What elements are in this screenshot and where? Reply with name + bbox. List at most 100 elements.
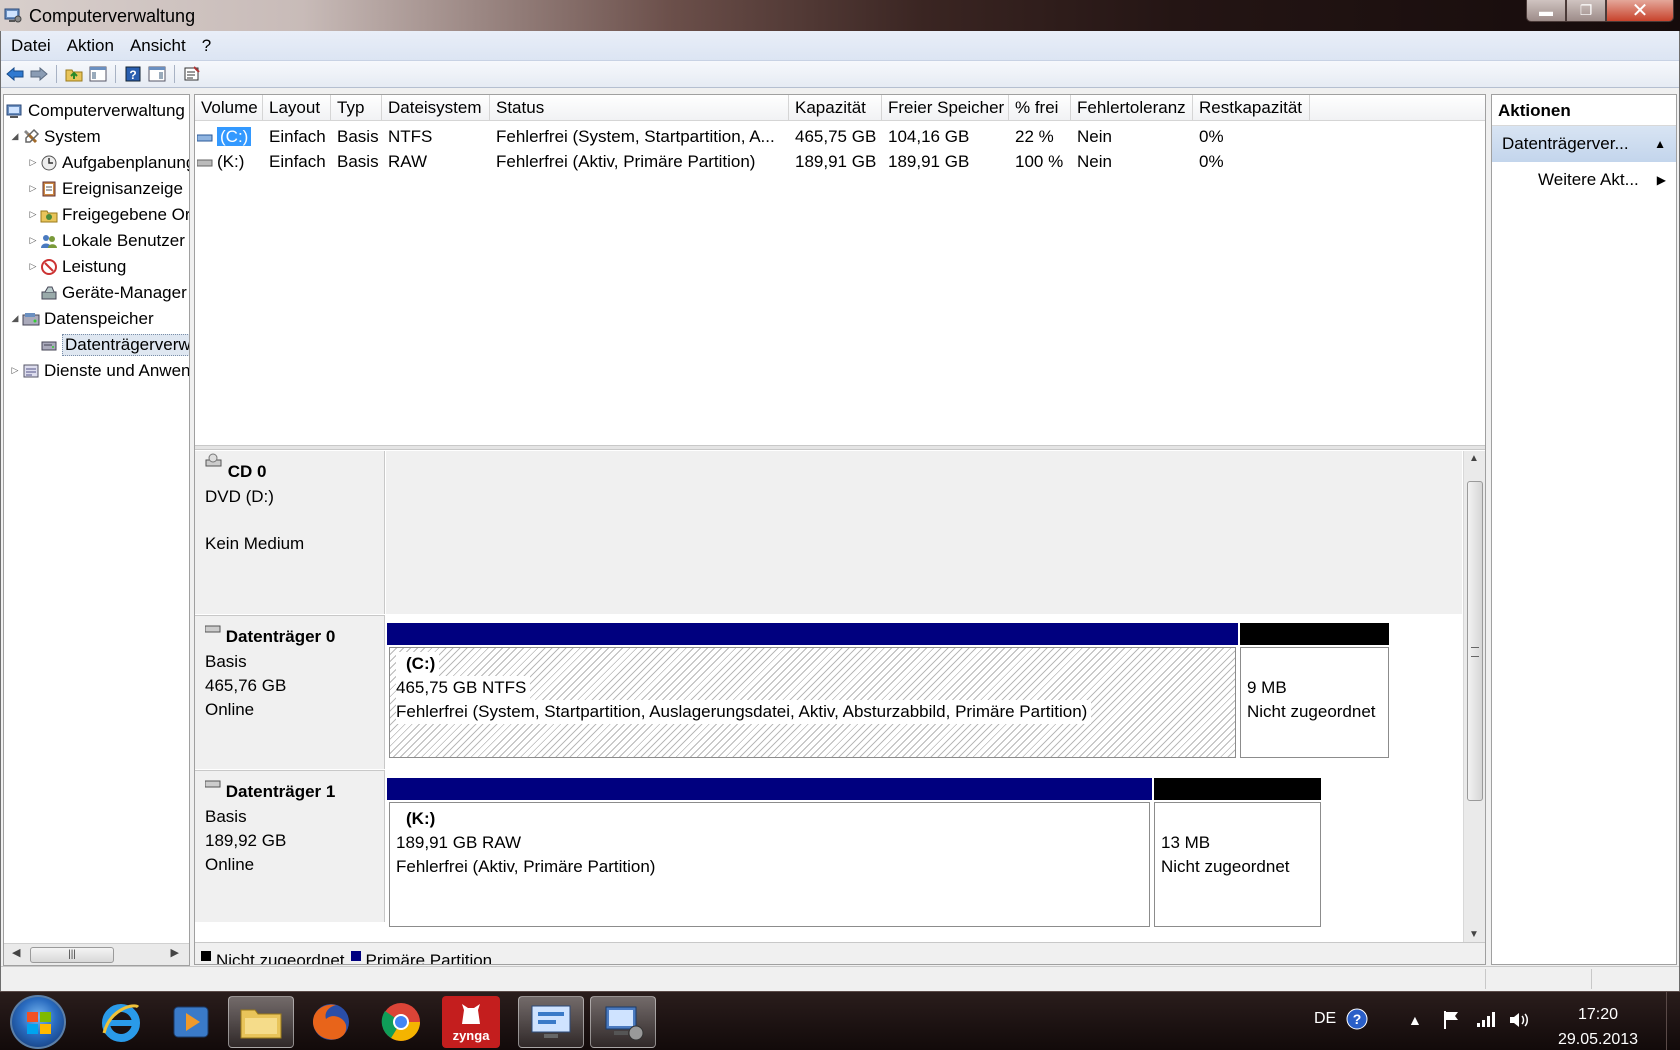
expand-arrow[interactable]: ▷ [26, 209, 40, 220]
tree-item-datenspeicher[interactable]: ◢ Datenspeicher [8, 306, 154, 331]
collapse-up-icon[interactable]: ▲ [1654, 126, 1666, 162]
menu-aktion[interactable]: Aktion [59, 36, 122, 56]
cell-layout: Einfach [269, 152, 326, 171]
tree-horizontal-scrollbar[interactable]: ◀ ||| ▶ [4, 943, 189, 965]
tree-item-datentraegerverwaltung[interactable]: Datenträgerverwaltung [40, 332, 189, 357]
control-panel-icon[interactable] [518, 996, 584, 1048]
forward-icon[interactable] [29, 64, 49, 84]
unallocated-space-disk1[interactable]: 13 MB Nicht zugeordnet [1154, 802, 1321, 927]
legend: Nicht zugeordnet Primäre Partition [195, 942, 1485, 964]
tree-item-freigegebene-ordner[interactable]: ▷ Freigegebene Ordner [26, 202, 189, 227]
column-typ[interactable]: Typ [331, 95, 382, 121]
scroll-down-arrow[interactable]: ▼ [1469, 929, 1479, 940]
help-icon[interactable]: ? [1346, 1008, 1368, 1035]
users-icon [40, 232, 58, 250]
cell-freier-speicher: 104,16 GB [888, 127, 970, 146]
scroll-right-arrow[interactable]: ▶ [171, 946, 179, 959]
unallocated-size: 13 MB [1161, 833, 1211, 852]
actions-group-datentraegerverwaltung[interactable]: Datenträgerver... ▲ [1492, 126, 1676, 162]
back-icon[interactable] [5, 64, 25, 84]
tree-item-ereignisanzeige[interactable]: ▷ Ereignisanzeige [26, 176, 183, 201]
zynga-icon[interactable]: zynga [442, 996, 500, 1048]
expand-arrow[interactable]: ▷ [26, 157, 40, 168]
expand-arrow[interactable]: ▷ [26, 261, 40, 272]
cd-drive-icon [205, 453, 222, 467]
menu-help[interactable]: ? [194, 36, 219, 56]
unallocated-bar [1154, 778, 1321, 800]
cell-kapazitaet: 189,91 GB [795, 152, 877, 171]
tree-item-leistung[interactable]: ▷ Leistung [26, 254, 127, 279]
column-prozent-frei[interactable]: % frei [1009, 95, 1071, 121]
disk-label-cd0[interactable]: CD 0 DVD (D:) Kein Medium [195, 451, 385, 614]
menu-ansicht[interactable]: Ansicht [122, 36, 194, 56]
language-indicator[interactable]: DE [1314, 1010, 1336, 1028]
clock[interactable]: 17:20 29.05.2013 [1548, 1002, 1648, 1050]
disk-label-disk1[interactable]: Datenträger 1 Basis 189,92 GB Online [195, 770, 385, 922]
column-dateisystem[interactable]: Dateisystem [382, 95, 490, 121]
cell-volume: (K:) [195, 149, 263, 174]
menu-datei[interactable]: Datei [3, 36, 59, 56]
partition-c[interactable]: (C:) 465,75 GB NTFS Fehlerfrei (System, … [389, 647, 1236, 758]
disk-label-disk0[interactable]: Datenträger 0 Basis 465,76 GB Online [195, 615, 385, 769]
chrome-icon[interactable] [368, 996, 434, 1048]
tree-item-geraete-manager[interactable]: Geräte-Manager [40, 280, 187, 305]
expand-arrow[interactable]: ◢ [8, 131, 22, 142]
partition-k[interactable]: (K:) 189,91 GB RAW Fehlerfrei (Aktiv, Pr… [389, 802, 1150, 927]
minimize-button[interactable]: ▬ [1526, 0, 1566, 22]
maximize-button[interactable]: ❐ [1566, 0, 1606, 22]
tree-item-computerverwaltung[interactable]: Computerverwaltung [6, 98, 185, 123]
media-player-icon[interactable] [158, 996, 224, 1048]
close-button[interactable]: ✕ [1606, 0, 1674, 22]
more-actions-item[interactable]: Weitere Akt... ▶ [1492, 162, 1676, 198]
table-row[interactable]: (K:) Einfach Basis RAW Fehlerfrei (Aktiv… [195, 149, 1310, 174]
svg-text:?: ? [129, 68, 136, 82]
scroll-thumb[interactable]: ||| [30, 947, 114, 963]
scroll-up-arrow[interactable]: ▲ [1469, 453, 1479, 464]
column-status[interactable]: Status [490, 95, 789, 121]
network-signal-icon[interactable] [1476, 1010, 1496, 1033]
disk-view-vertical-scrollbar[interactable]: ▲ ▼ [1463, 451, 1485, 944]
tree-item-lokale-benutzer[interactable]: ▷ Lokale Benutzer [26, 228, 185, 253]
volume-icon [197, 134, 213, 142]
navigation-tree: Computerverwaltung ◢ System ▷ Aufgabenpl… [3, 94, 190, 966]
disk-name: Datenträger 0 [204, 624, 384, 650]
computer-management-icon[interactable] [590, 996, 656, 1048]
tree-item-aufgabenplanung[interactable]: ▷ Aufgabenplanung [26, 150, 189, 175]
tree-item-system[interactable]: ◢ System [8, 124, 101, 149]
table-row[interactable]: (C:) Einfach Basis NTFS Fehlerfrei (Syst… [195, 124, 1310, 149]
tools-icon [22, 128, 40, 146]
action-center-flag-icon[interactable] [1442, 1010, 1462, 1035]
services-icon [22, 362, 40, 380]
hard-disk-icon [204, 780, 221, 788]
show-hidden-icons-icon[interactable]: ▲ [1408, 1012, 1422, 1028]
legend-swatch-primary [350, 951, 361, 961]
menu-bar: Datei Aktion Ansicht ? [1, 31, 1679, 61]
firefox-icon[interactable] [298, 996, 364, 1048]
pane-splitter[interactable] [195, 445, 1485, 450]
actions-header: Aktionen [1492, 95, 1676, 126]
column-kapazitaet[interactable]: Kapazität [789, 95, 882, 121]
properties-icon[interactable] [182, 64, 202, 84]
show-hide-tree-icon[interactable] [88, 64, 108, 84]
column-volume[interactable]: Volume [195, 95, 263, 121]
column-layout[interactable]: Layout [263, 95, 331, 121]
expand-arrow[interactable]: ◢ [8, 313, 22, 324]
expand-arrow[interactable]: ▷ [8, 365, 22, 376]
unallocated-space-disk0[interactable]: 9 MB Nicht zugeordnet [1240, 647, 1389, 758]
expand-arrow[interactable]: ▷ [26, 235, 40, 246]
show-desktop-button[interactable] [1666, 992, 1680, 1050]
help-icon[interactable]: ? [123, 64, 143, 84]
expand-arrow[interactable]: ▷ [26, 183, 40, 194]
volume-speaker-icon[interactable] [1508, 1010, 1530, 1035]
column-fehlertoleranz[interactable]: Fehlertoleranz [1071, 95, 1193, 121]
up-folder-icon[interactable] [64, 64, 84, 84]
column-restkapazitaet[interactable]: Restkapazität [1193, 95, 1310, 121]
explorer-icon[interactable] [228, 996, 294, 1048]
start-button[interactable] [10, 995, 66, 1049]
action-pane-icon[interactable] [147, 64, 167, 84]
tree-item-dienste-und-anwendungen[interactable]: ▷ Dienste und Anwendungen [8, 358, 189, 383]
internet-explorer-icon[interactable] [88, 996, 154, 1048]
column-freier-speicher[interactable]: Freier Speicher [882, 95, 1009, 121]
scroll-left-arrow[interactable]: ◀ [12, 946, 20, 959]
scroll-thumb[interactable] [1467, 481, 1483, 801]
